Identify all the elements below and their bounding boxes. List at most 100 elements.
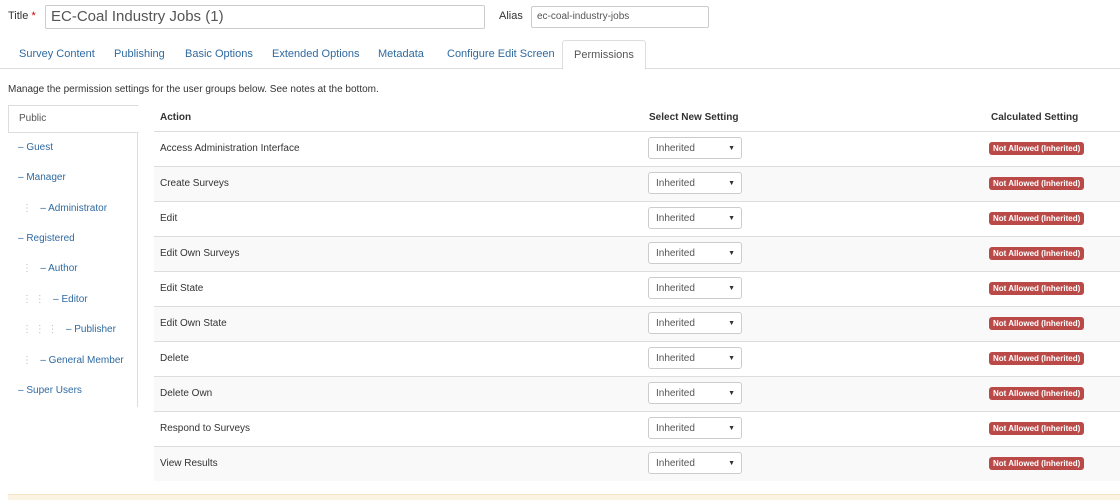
setting-select[interactable]: Inherited ▼	[648, 207, 742, 229]
select-value: Inherited	[656, 318, 695, 329]
group-label: – Registered	[18, 233, 75, 244]
title-label: Title *	[8, 10, 36, 22]
setting-select[interactable]: Inherited ▼	[648, 452, 742, 474]
setting-select[interactable]: Inherited ▼	[648, 382, 742, 404]
tab-metadata[interactable]: Metadata	[367, 40, 435, 68]
tab-permissions[interactable]: Permissions	[562, 40, 646, 70]
setting-select[interactable]: Inherited ▼	[648, 277, 742, 299]
action-label: Delete Own	[160, 388, 213, 399]
caret-down-icon: ▼	[728, 250, 735, 257]
alias-label: Alias	[499, 10, 523, 22]
select-value: Inherited	[656, 283, 695, 294]
action-label: Respond to Surveys	[160, 423, 251, 434]
caret-down-icon: ▼	[728, 320, 735, 327]
table-row: Edit State Inherited ▼ Not Allowed (Inher…	[154, 271, 1120, 306]
status-badge: Not Allowed (Inherited)	[989, 457, 1085, 470]
title-input[interactable]: EC-Coal Industry Jobs (1)	[45, 5, 485, 29]
group-item-public[interactable]: Public	[8, 105, 139, 133]
caret-down-icon: ▼	[728, 390, 735, 397]
status-badge: Not Allowed (Inherited)	[989, 387, 1085, 400]
column-header-select-new-setting: Select New Setting	[649, 112, 739, 123]
caret-down-icon: ▼	[728, 460, 735, 467]
column-header-calculated-setting: Calculated Setting	[991, 112, 1079, 123]
group-item-super-users[interactable]: – Super Users	[8, 376, 137, 406]
action-label: Access Administration Interface	[160, 143, 300, 154]
setting-select[interactable]: Inherited ▼	[648, 172, 742, 194]
setting-select[interactable]: Inherited ▼	[648, 137, 742, 159]
status-badge: Not Allowed (Inherited)	[989, 282, 1085, 295]
setting-select[interactable]: Inherited ▼	[648, 312, 742, 334]
caret-down-icon: ▼	[728, 285, 735, 292]
group-label: – Manager	[18, 172, 66, 183]
group-item-editor[interactable]: ⋮ ⋮ – Editor	[8, 285, 137, 315]
status-badge: Not Allowed (Inherited)	[989, 317, 1085, 330]
group-item-manager[interactable]: – Manager	[8, 163, 137, 193]
tree-indent-dots: ⋮	[22, 203, 32, 214]
action-label: Edit Own State	[160, 318, 227, 329]
action-label: Create Surveys	[160, 178, 229, 189]
group-label: – Editor	[53, 294, 88, 305]
caret-down-icon: ▼	[728, 145, 735, 152]
status-badge: Not Allowed (Inherited)	[989, 142, 1085, 155]
alias-input[interactable]: ec-coal-industry-jobs	[531, 6, 709, 28]
notes-alert-strip	[8, 494, 1120, 500]
group-label: – Super Users	[18, 385, 82, 396]
table-row: Access Administration Interface Inherite…	[154, 131, 1120, 166]
tree-indent-dots: ⋮	[22, 355, 32, 366]
group-item-general-member[interactable]: ⋮ – General Member	[8, 346, 137, 376]
action-label: View Results	[160, 458, 218, 469]
group-item-author[interactable]: ⋮ – Author	[8, 254, 137, 284]
user-group-list: Public – Guest – Manager ⋮ – Administrat…	[8, 105, 139, 407]
group-item-registered[interactable]: – Registered	[8, 224, 137, 254]
status-badge: Not Allowed (Inherited)	[989, 352, 1085, 365]
tab-bar: Survey Content Publishing Basic Options …	[0, 40, 1120, 70]
tab-configure-edit-screen[interactable]: Configure Edit Screen	[436, 40, 566, 68]
status-badge: Not Allowed (Inherited)	[989, 422, 1085, 435]
table-row: Create Surveys Inherited ▼ Not Allowed (I…	[154, 166, 1120, 201]
select-value: Inherited	[656, 213, 695, 224]
caret-down-icon: ▼	[728, 215, 735, 222]
tree-indent-dots: ⋮	[22, 263, 32, 274]
group-label: – Author	[40, 263, 78, 274]
column-header-action: Action	[160, 112, 192, 123]
table-row: Edit Own Surveys Inherited ▼ Not Allowed …	[154, 236, 1120, 271]
table-row: Respond to Surveys Inherited ▼ Not Allowe…	[154, 411, 1120, 446]
select-value: Inherited	[656, 353, 695, 364]
group-label: – Guest	[18, 142, 54, 153]
status-badge: Not Allowed (Inherited)	[989, 177, 1085, 190]
caret-down-icon: ▼	[728, 425, 735, 432]
action-label: Edit State	[160, 283, 204, 294]
table-row: View Results Inherited ▼ Not Allowed (Inh…	[154, 446, 1120, 481]
caret-down-icon: ▼	[728, 180, 735, 187]
table-row: Delete Inherited ▼ Not Allowed (Inherited…	[154, 341, 1120, 376]
setting-select[interactable]: Inherited ▼	[648, 347, 742, 369]
table-row: Edit Own State Inherited ▼ Not Allowed (I…	[154, 306, 1120, 341]
select-value: Inherited	[656, 178, 695, 189]
tab-publishing[interactable]: Publishing	[103, 40, 176, 68]
title-label-text: Title	[8, 10, 29, 22]
group-label: – Administrator	[40, 203, 108, 214]
table-row: Delete Own Inherited ▼ Not Allowed (Inher…	[154, 376, 1120, 411]
caret-down-icon: ▼	[728, 355, 735, 362]
tab-basic-options[interactable]: Basic Options	[174, 40, 264, 68]
required-mark: *	[31, 10, 36, 22]
group-item-guest[interactable]: – Guest	[8, 133, 137, 163]
select-value: Inherited	[656, 423, 695, 434]
group-label: – General Member	[40, 355, 124, 366]
group-item-administrator[interactable]: ⋮ – Administrator	[8, 194, 137, 224]
select-value: Inherited	[656, 143, 695, 154]
group-label: – Publisher	[65, 324, 116, 335]
group-item-publisher[interactable]: ⋮ ⋮ ⋮ – Publisher	[8, 315, 137, 345]
action-label: Edit	[160, 213, 178, 224]
group-label: Public	[19, 113, 47, 124]
tree-indent-dots: ⋮ ⋮ ⋮	[22, 324, 58, 335]
tab-extended-options[interactable]: Extended Options	[261, 40, 370, 68]
action-label: Delete	[160, 353, 189, 364]
setting-select[interactable]: Inherited ▼	[648, 417, 742, 439]
setting-select[interactable]: Inherited ▼	[648, 242, 742, 264]
status-badge: Not Allowed (Inherited)	[989, 212, 1085, 225]
status-badge: Not Allowed (Inherited)	[989, 247, 1085, 260]
select-value: Inherited	[656, 458, 695, 469]
tree-indent-dots: ⋮ ⋮	[22, 294, 45, 305]
tab-survey-content[interactable]: Survey Content	[8, 40, 106, 68]
